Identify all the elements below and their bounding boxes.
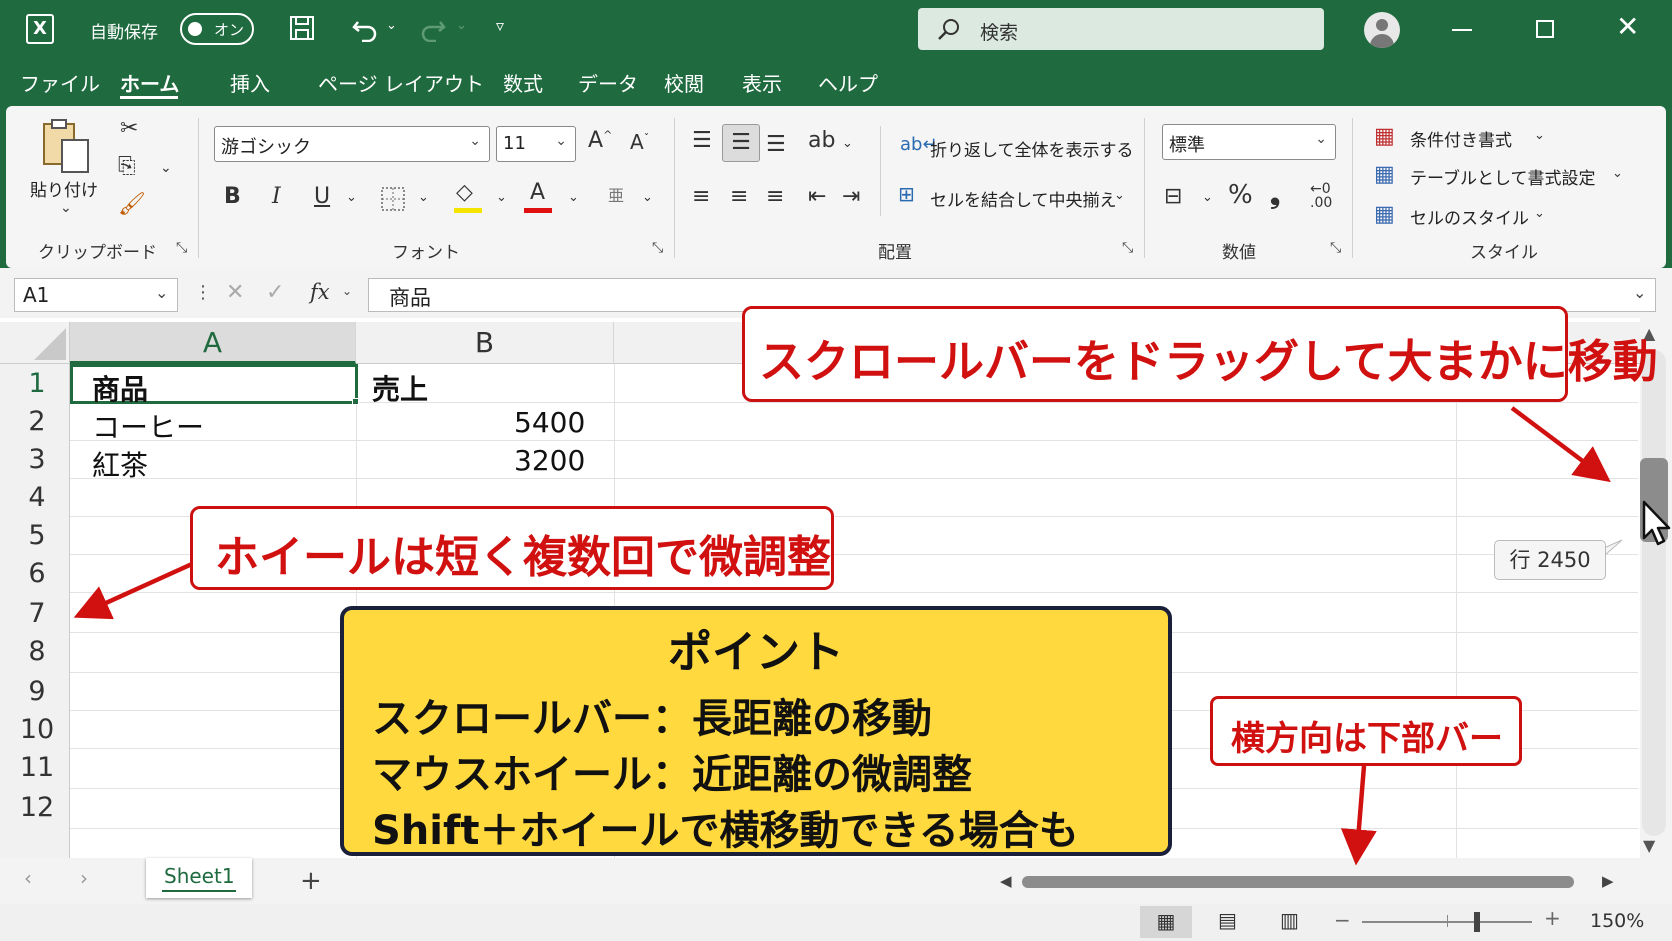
row-position-text: 行 2450 [1509, 548, 1591, 572]
wheel-callout-text: ホイールは短く複数回で微調整 [215, 532, 831, 583]
point-title: ポイント [668, 627, 844, 678]
tooltip-pointer [1603, 539, 1623, 558]
horizontal-callout-text: 横方向は下部バー [1231, 719, 1503, 759]
scrollbar-callout: スクロールバーをドラッグして大まかに移動 [742, 306, 1658, 402]
point-summary-box: ポイント スクロールバー：長距離の移動 マウスホイール：近距離の微調整 Shif… [340, 606, 1172, 856]
arrow-to-scrollbar [1510, 406, 1611, 483]
arrow-to-horizontal-bar [1340, 765, 1377, 866]
row-position-tooltip: 行 2450 [1494, 540, 1606, 580]
horizontal-callout: 横方向は下部バー [1210, 696, 1522, 766]
wheel-callout: ホイールは短く複数回で微調整 [190, 506, 834, 590]
point-line-3: Shift＋ホイールで横移動できる場合も [372, 808, 1079, 854]
arrow-to-row-headers [73, 561, 193, 620]
point-line-1: スクロールバー：長距離の移動 [372, 696, 932, 742]
point-line-2: マウスホイール：近距離の微調整 [372, 752, 972, 798]
scrollbar-callout-text: スクロールバーをドラッグして大まかに移動 [759, 335, 1658, 388]
